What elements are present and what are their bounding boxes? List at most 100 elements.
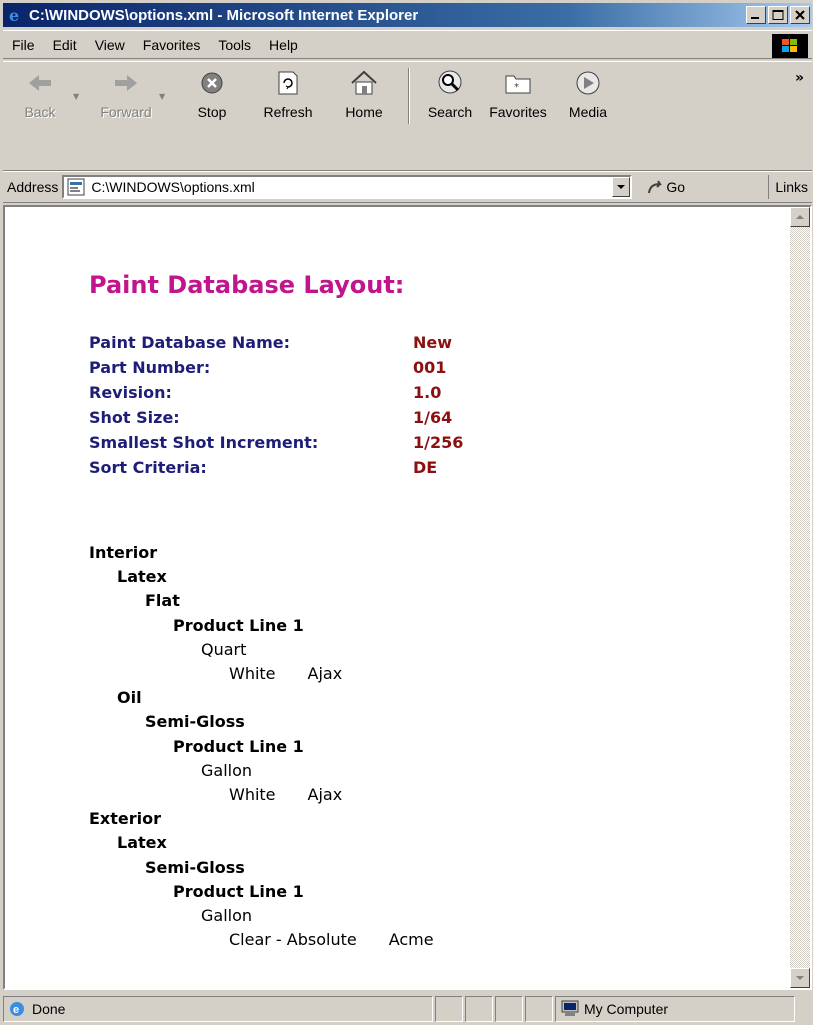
media-icon	[573, 68, 603, 98]
favorites-label: Favorites	[489, 104, 547, 120]
tree-item-label: Product Line 1	[173, 881, 304, 901]
tree-item-label: Product Line 1	[173, 736, 304, 756]
menu-file[interactable]: File	[3, 37, 44, 53]
tree-item: Exterior	[89, 809, 161, 828]
go-button[interactable]: Go	[646, 178, 685, 196]
minimize-icon	[751, 17, 759, 19]
tree-item: Latex	[117, 567, 167, 586]
forward-dropdown-icon[interactable]: ▼	[159, 92, 165, 101]
favorites-button[interactable]: * Favorites	[485, 68, 551, 120]
close-icon	[795, 10, 805, 20]
menu-edit[interactable]: Edit	[44, 37, 86, 53]
window-title: C:\WINDOWS\options.xml - Microsoft Inter…	[29, 6, 419, 24]
info-value: 1.0	[413, 383, 442, 402]
tree-item: Interior	[89, 543, 157, 562]
tree-item-vendor: Ajax	[307, 664, 343, 683]
address-input[interactable]: C:\WINDOWS\options.xml	[62, 175, 633, 199]
media-label: Media	[568, 104, 608, 120]
title-bar[interactable]: e C:\WINDOWS\options.xml - Microsoft Int…	[3, 3, 812, 27]
info-row: Part Number: 001	[89, 358, 446, 377]
address-dropdown-button[interactable]	[612, 177, 631, 197]
go-arrow-icon	[648, 180, 663, 194]
forward-label: Forward	[100, 104, 152, 120]
back-arrow-icon	[25, 68, 55, 98]
search-label: Search	[427, 104, 473, 120]
menu-help[interactable]: Help	[260, 37, 307, 53]
xml-page-icon	[67, 178, 85, 196]
scroll-up-button[interactable]	[790, 207, 810, 227]
tree-item-label: Quart	[201, 639, 247, 659]
info-label: Shot Size:	[89, 408, 180, 427]
menu-tools[interactable]: Tools	[209, 37, 260, 53]
maximize-button[interactable]	[768, 6, 788, 24]
refresh-label: Refresh	[263, 104, 313, 120]
tree-item-label: Flat	[145, 591, 180, 611]
tree-item: Gallon	[201, 761, 252, 780]
refresh-icon	[273, 68, 303, 98]
tree-item: Latex	[117, 833, 167, 852]
tree-item-vendor: Ajax	[307, 785, 343, 804]
stop-button[interactable]: Stop	[179, 68, 245, 120]
tree-item: Quart	[201, 640, 246, 659]
status-text: Done	[32, 1001, 66, 1017]
zone-pane: My Computer	[555, 996, 795, 1022]
toolbar-separator	[408, 68, 410, 124]
tree-item: Gallon	[201, 906, 252, 925]
search-icon	[435, 68, 465, 98]
arrow-up-icon	[796, 215, 804, 219]
media-button[interactable]: Media	[555, 68, 621, 120]
vertical-scrollbar[interactable]	[790, 207, 810, 988]
tree-item-label: Gallon	[201, 760, 253, 780]
tree-item-label: Product Line 1	[173, 615, 304, 635]
menu-view[interactable]: View	[86, 37, 134, 53]
tree-item: Semi-Gloss	[145, 712, 245, 731]
back-dropdown-icon[interactable]: ▼	[73, 92, 79, 101]
menu-bar: File Edit View Favorites Tools Help	[3, 30, 812, 59]
links-button[interactable]: Links	[768, 175, 808, 199]
tree-item-label: Oil	[117, 688, 142, 708]
tree-item: White Ajax	[229, 785, 342, 804]
info-row: Smallest Shot Increment: 1/256	[89, 433, 463, 452]
tree-item-label: Latex	[117, 833, 167, 853]
info-value: DE	[413, 458, 438, 477]
back-button[interactable]: Back	[7, 68, 73, 120]
go-label: Go	[666, 179, 686, 195]
close-button[interactable]	[790, 6, 810, 24]
toolbar-chevron-icon[interactable]: »	[795, 70, 804, 86]
info-value: 1/64	[413, 408, 453, 427]
tree-item: Semi-Gloss	[145, 858, 245, 877]
home-button[interactable]: Home	[331, 68, 397, 120]
info-value: New	[413, 333, 453, 352]
chevron-down-icon	[617, 185, 626, 189]
forward-arrow-icon	[111, 68, 141, 98]
search-button[interactable]: Search	[417, 68, 483, 120]
tree-item-label: Exterior	[89, 809, 162, 829]
info-row: Paint Database Name: New	[89, 333, 452, 352]
browser-window: e C:\WINDOWS\options.xml - Microsoft Int…	[0, 0, 813, 1025]
window-controls	[744, 6, 810, 24]
address-label: Address	[7, 179, 59, 195]
tree-item-label: Semi-Gloss	[145, 712, 245, 732]
home-icon	[349, 68, 379, 98]
tree-item: Flat	[145, 591, 180, 610]
forward-button[interactable]: Forward	[93, 68, 159, 120]
info-label: Revision:	[89, 383, 172, 402]
info-value: 1/256	[413, 433, 464, 452]
tree-item-label: Clear - Absolute	[229, 930, 357, 950]
info-label: Part Number:	[89, 358, 211, 377]
stop-icon	[197, 68, 227, 98]
info-row: Sort Criteria: DE	[89, 458, 437, 477]
status-pane-privacy	[525, 996, 553, 1022]
page-viewport: Paint Database Layout: Paint Database Na…	[3, 205, 812, 990]
computer-icon	[561, 1000, 579, 1016]
info-row: Revision: 1.0	[89, 383, 441, 402]
tree-item: Clear - Absolute Acme	[229, 930, 434, 949]
maximize-icon	[772, 10, 784, 20]
scroll-down-button[interactable]	[790, 968, 810, 988]
arrow-down-icon	[796, 976, 804, 980]
menu-favorites[interactable]: Favorites	[134, 37, 210, 53]
refresh-button[interactable]: Refresh	[255, 68, 321, 120]
minimize-button[interactable]	[746, 6, 766, 24]
info-label: Sort Criteria:	[89, 458, 207, 477]
address-bar: Address C:\WINDOWS\options.xml Go Links	[3, 171, 812, 203]
